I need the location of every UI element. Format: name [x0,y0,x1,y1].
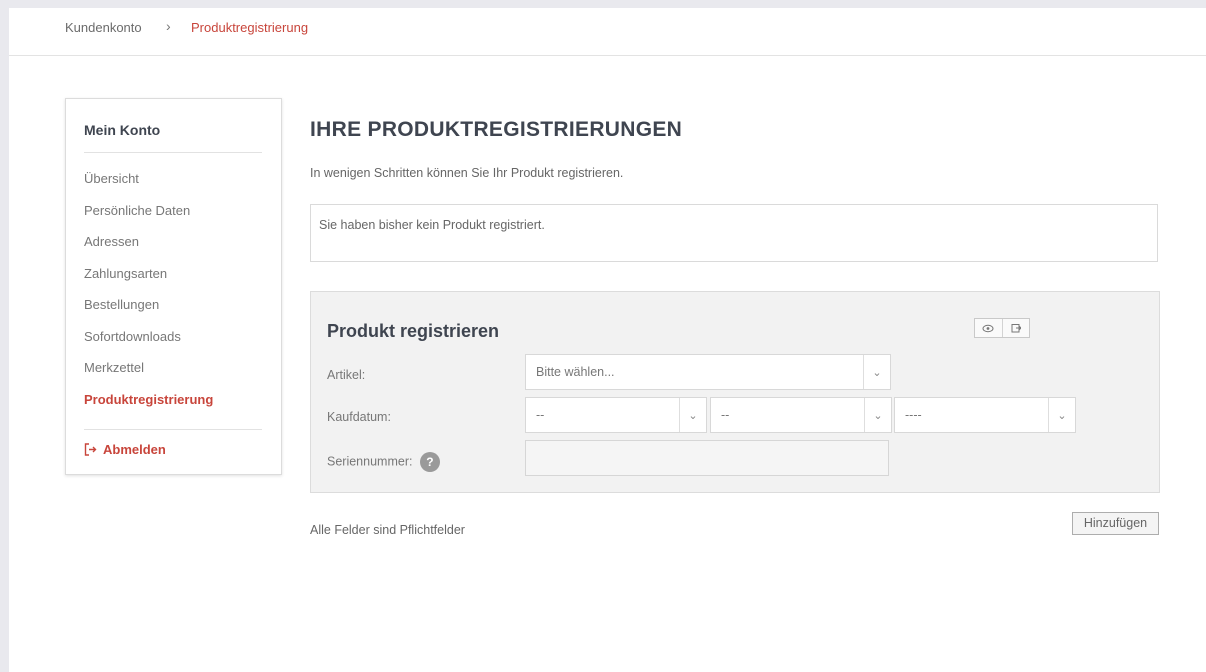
registrations-notice: Sie haben bisher kein Produkt registrier… [310,204,1158,262]
sidebar-item-zahlungsarten[interactable]: Zahlungsarten [84,266,213,298]
sidebar-item-sofortdownloads[interactable]: Sofortdownloads [84,329,213,361]
chevron-down-icon: ⌄ [679,398,706,432]
sidebar-item-merkzettel[interactable]: Merkzettel [84,360,213,392]
purchase-day-select[interactable]: -- ⌄ [525,397,707,433]
account-sidebar: Mein Konto Übersicht Persönliche Daten A… [65,98,282,475]
required-fields-note: Alle Felder sind Pflichtfelder [310,523,465,537]
add-button[interactable]: Hinzufügen [1072,512,1159,535]
sidebar-divider [84,152,262,153]
article-label: Artikel: [327,368,366,382]
logout-icon [84,443,97,456]
sidebar-nav: Übersicht Persönliche Daten Adressen Zah… [84,171,213,423]
logout-button[interactable]: Abmelden [84,442,166,457]
sidebar-item-persoenliche-daten[interactable]: Persönliche Daten [84,203,213,235]
page-title: IHRE PRODUKTREGISTRIERUNGEN [310,118,683,141]
form-heading: Produkt registrieren [327,321,500,341]
purchase-month-select[interactable]: -- ⌄ [710,397,892,433]
chevron-down-icon: ⌄ [863,355,890,389]
sidebar-title: Mein Konto [84,122,161,138]
purchase-date-label: Kaufdatum: [327,410,391,424]
article-select[interactable]: Bitte wählen... ⌄ [525,354,891,390]
page: Kundenkonto › Produktregistrierung Mein … [9,8,1206,672]
serial-number-label-text: Seriennummer: [327,454,413,469]
day-select-value: -- [536,408,545,422]
notice-text: Sie haben bisher kein Produkt registrier… [319,218,545,232]
export-icon[interactable] [1001,319,1030,337]
serial-number-label: Seriennummer: ? [327,452,440,472]
sidebar-item-adressen[interactable]: Adressen [84,234,213,266]
form-toolbar [974,318,1030,338]
sidebar-divider [84,429,262,430]
breadcrumb-current-link[interactable]: Produktregistrierung [191,4,308,51]
sidebar-item-produktregistrierung[interactable]: Produktregistrierung [84,392,213,424]
breadcrumb: Kundenkonto › Produktregistrierung [9,8,1206,56]
logout-label: Abmelden [103,442,166,457]
intro-text: In wenigen Schritten können Sie Ihr Prod… [310,166,624,180]
month-select-value: -- [721,408,730,422]
help-icon[interactable]: ? [419,452,440,472]
article-select-value: Bitte wählen... [536,365,615,379]
chevron-down-icon: ⌄ [1048,398,1075,432]
purchase-year-select[interactable]: ---- ⌄ [894,397,1076,433]
view-icon[interactable] [975,319,1002,337]
chevron-down-icon: ⌄ [864,398,891,432]
serial-number-input[interactable] [525,440,889,476]
breadcrumb-separator-icon: › [166,18,171,34]
year-select-value: ---- [905,408,922,422]
sidebar-item-bestellungen[interactable]: Bestellungen [84,297,213,329]
breadcrumb-home-link[interactable]: Kundenkonto [65,4,142,51]
register-product-form: Produkt registrieren Artikel: Bitte wähl… [310,291,1160,493]
sidebar-item-uebersicht[interactable]: Übersicht [84,171,213,203]
